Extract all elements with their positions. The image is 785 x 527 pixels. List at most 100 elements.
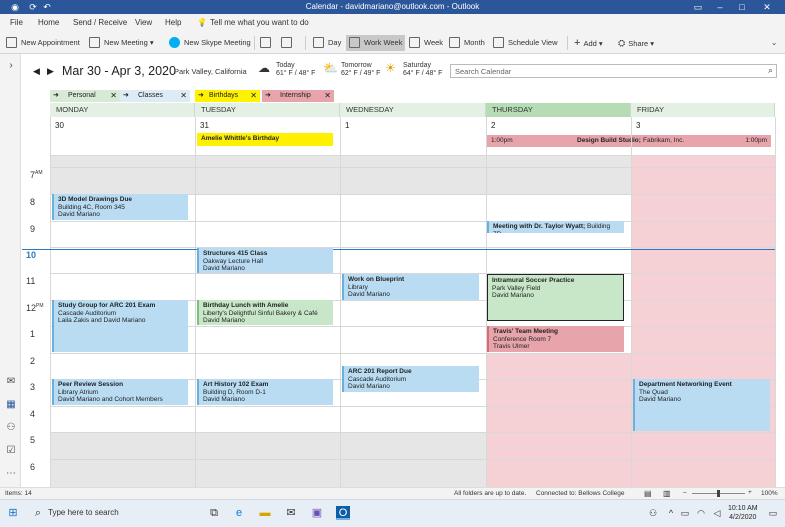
zoom-out-icon[interactable]: – xyxy=(683,489,687,496)
notifications-icon[interactable]: ▭ xyxy=(766,506,780,520)
search-calendar-input[interactable]: Search Calendar ⌕ xyxy=(450,64,777,78)
event-peer-review-session[interactable]: Peer Review Session Library Atrium David… xyxy=(52,379,188,405)
hour-label: 7AM xyxy=(30,170,43,180)
hour-label-current: 10 xyxy=(26,250,37,260)
new-skype-meeting-button[interactable]: New Skype Meeting xyxy=(169,35,251,51)
event-study-group-arc201[interactable]: Study Group for ARC 201 Exam Cascade Aud… xyxy=(52,300,188,352)
event-structures-415[interactable]: Structures 415 Class Oakway Lecture Hall… xyxy=(197,248,333,273)
today-button[interactable] xyxy=(260,35,275,51)
hour-line xyxy=(50,167,775,168)
day-header-wednesday[interactable]: WEDNESDAY xyxy=(340,103,486,117)
day-view-button[interactable]: Day xyxy=(313,35,341,51)
day-header-thursday[interactable]: THURSDAY xyxy=(486,103,631,117)
event-arc201-report-due[interactable]: ARC 201 Report Due Cascade Auditorium Da… xyxy=(342,366,479,392)
day-divider xyxy=(50,117,51,487)
task-view-icon[interactable]: ⧉ xyxy=(207,506,221,520)
event-art-history-exam[interactable]: Art History 102 Exam Building D, Room D-… xyxy=(197,379,333,405)
meeting-icon xyxy=(89,36,100,48)
hour-label: 5 xyxy=(30,435,36,445)
taskbar-search-box[interactable]: Type here to search xyxy=(48,508,119,517)
weather-location[interactable]: Park Valley, California xyxy=(174,67,247,76)
menu-file[interactable]: File xyxy=(10,18,23,27)
file-explorer-icon[interactable]: ▬ xyxy=(258,506,272,520)
event-intramural-soccer[interactable]: Intramural Soccer Practice Park Valley F… xyxy=(487,274,624,321)
close-icon[interactable]: ✕ xyxy=(324,90,331,102)
outlook-taskbar-icon[interactable]: O xyxy=(336,506,350,520)
search-icon[interactable]: ⌕ xyxy=(31,506,45,520)
search-icon[interactable]: ⌕ xyxy=(768,65,773,76)
edge-icon[interactable]: e xyxy=(232,506,246,520)
more-apps-icon[interactable]: ⋯ xyxy=(5,468,17,480)
menu-home[interactable]: Home xyxy=(38,18,59,27)
work-week-view-button[interactable]: Work Week xyxy=(346,35,406,51)
battery-icon[interactable]: ▭ xyxy=(678,506,692,520)
week-view-button[interactable]: Week xyxy=(409,35,443,51)
date-range: Mar 30 - Apr 3, 2020 xyxy=(62,64,176,78)
menu-view[interactable]: View xyxy=(135,18,152,27)
new-appointment-button[interactable]: New Appointment xyxy=(6,35,80,51)
event-birthday-lunch[interactable]: Birthday Lunch with Amelie Liberty's Del… xyxy=(197,300,333,325)
new-meeting-button[interactable]: New Meeting ▾ xyxy=(89,35,154,51)
today-icon xyxy=(260,36,271,48)
zoom-slider-thumb[interactable] xyxy=(717,490,720,497)
item-count: Items: 14 xyxy=(5,490,32,497)
day-header-friday[interactable]: FRIDAY xyxy=(631,103,775,117)
close-icon[interactable]: ✕ xyxy=(110,90,117,102)
zoom-in-icon[interactable]: + xyxy=(748,489,752,496)
event-meeting-taylor-wyatt[interactable]: Meeting with Dr. Taylor Wyatt; Building … xyxy=(487,221,624,233)
share-calendar-button[interactable]: ⛭ Share ▾ xyxy=(618,35,654,51)
hour-label: 11 xyxy=(26,276,36,286)
work-week-icon xyxy=(349,36,360,48)
next-week-icon[interactable]: ▶ xyxy=(47,66,54,77)
reading-view-icon[interactable]: ▥ xyxy=(663,489,671,498)
network-icon[interactable]: ◠ xyxy=(694,506,708,520)
calendar-nav-icon[interactable]: ▦ xyxy=(5,399,17,411)
category-tab-internship[interactable]: ➜ Internship ✕ xyxy=(262,90,334,102)
show-hidden-icons[interactable]: ^ xyxy=(664,506,678,520)
title-bar: ◉ ⟳ ↶ Calendar - davidmariano@outlook.co… xyxy=(0,0,785,14)
menu-send-receive[interactable]: Send / Receive xyxy=(73,18,127,27)
people-icon[interactable]: ⚇ xyxy=(5,422,17,434)
volume-icon[interactable]: ◁ xyxy=(710,506,724,520)
taskbar-clock[interactable]: 10:10 AM 4/2/2020 xyxy=(728,504,758,522)
hour-label: 3 xyxy=(30,382,36,392)
event-work-on-blueprint[interactable]: Work on Blueprint Library David Mariano xyxy=(342,274,479,300)
windows-start-icon[interactable]: ⊞ xyxy=(6,506,20,520)
schedule-view-button[interactable]: Schedule View xyxy=(493,35,557,51)
tasks-icon[interactable]: ☑ xyxy=(5,445,17,457)
minimize-button[interactable]: – xyxy=(712,1,728,13)
previous-week-icon[interactable]: ◀ xyxy=(33,66,40,77)
close-icon[interactable]: ✕ xyxy=(250,90,257,102)
day-header-tuesday[interactable]: TUESDAY xyxy=(195,103,340,117)
store-icon[interactable]: ▣ xyxy=(310,506,324,520)
day-header-monday[interactable]: MONDAY xyxy=(50,103,195,117)
category-tab-personal[interactable]: ➜ Personal ✕ xyxy=(50,90,120,102)
mail-app-icon[interactable]: ✉ xyxy=(284,506,298,520)
maximize-button[interactable]: □ xyxy=(734,1,750,13)
partly-sunny-icon: ⛅ xyxy=(323,61,338,75)
event-department-networking[interactable]: Department Networking Event The Quad Dav… xyxy=(633,379,770,431)
allday-event-birthday[interactable]: Amelie Whittle's Birthday xyxy=(197,133,333,146)
hour-line xyxy=(50,155,775,156)
category-tab-birthdays[interactable]: ➜ Birthdays ✕ xyxy=(195,90,260,102)
day-number: 31 xyxy=(200,121,209,130)
ribbon-display-icon[interactable]: ▭ xyxy=(690,1,706,13)
add-calendar-button[interactable]: + Add ▾ xyxy=(574,35,603,51)
event-3d-model-drawings[interactable]: 3D Model Drawings Due Building 4C, Room … xyxy=(52,194,188,220)
category-tab-classes[interactable]: ➜ Classes ✕ xyxy=(120,90,190,102)
close-button[interactable]: ✕ xyxy=(759,1,775,13)
expand-folder-pane-icon[interactable]: › xyxy=(5,60,17,72)
normal-view-icon[interactable]: ▤ xyxy=(644,489,652,498)
menu-help[interactable]: Help xyxy=(165,18,181,27)
day-number: 2 xyxy=(491,121,496,130)
current-time-line xyxy=(22,249,775,250)
allday-event-design-build-studio[interactable]: 1:00pm Design Build Studio; Fabrikam, In… xyxy=(487,135,771,147)
tell-me-box[interactable]: Tell me what you want to do xyxy=(210,18,309,27)
close-icon[interactable]: ✕ xyxy=(180,90,187,102)
month-view-button[interactable]: Month xyxy=(449,35,485,51)
people-tray-icon[interactable]: ⚇ xyxy=(646,506,660,520)
next-7-days-button[interactable] xyxy=(281,35,296,51)
ribbon-collapse-icon[interactable]: ⌄ xyxy=(771,35,777,51)
event-travis-team-meeting[interactable]: Travis' Team Meeting Conference Room 7 T… xyxy=(487,326,624,352)
mail-icon[interactable]: ✉ xyxy=(5,376,17,388)
